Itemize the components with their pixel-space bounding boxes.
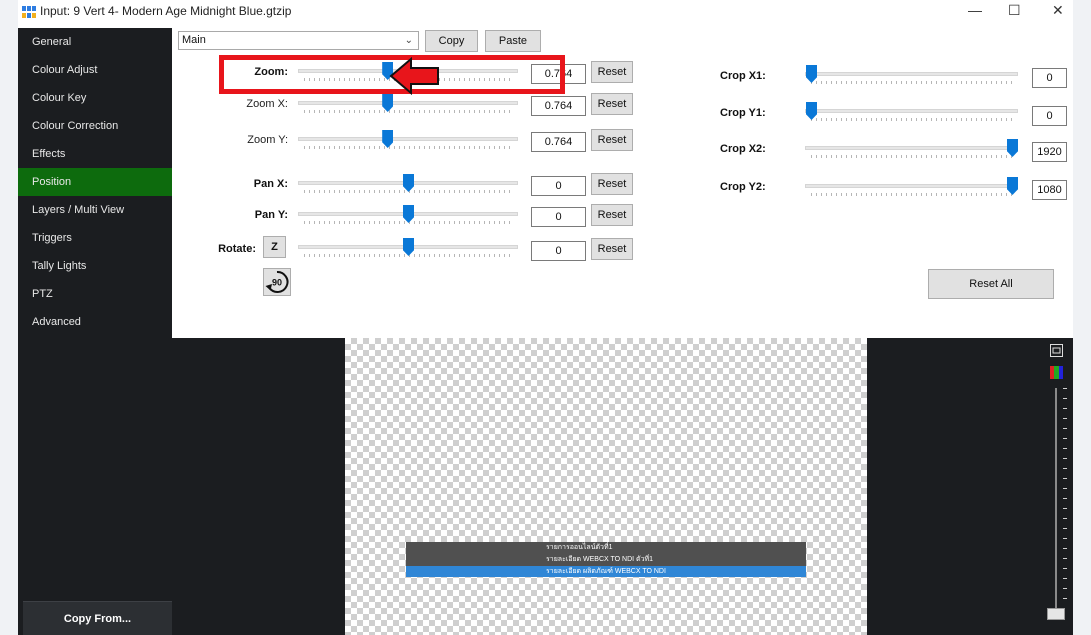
pan-x-value-field[interactable]: 0 bbox=[531, 176, 586, 196]
sidebar-item-colour-adjust[interactable]: Colour Adjust bbox=[18, 56, 172, 84]
sidebar-item-advanced[interactable]: Advanced bbox=[18, 308, 172, 336]
rotate-90-button[interactable]: 90 bbox=[263, 268, 291, 296]
color-bars-icon[interactable] bbox=[1050, 366, 1063, 379]
zoom-y-value-field[interactable]: 0.764 bbox=[531, 132, 586, 152]
scale-tick bbox=[1063, 538, 1067, 539]
scale-tick bbox=[1063, 578, 1067, 579]
sidebar-item-effects[interactable]: Effects bbox=[18, 140, 172, 168]
crop-y1-value-field[interactable]: 0 bbox=[1032, 106, 1067, 126]
scale-tick bbox=[1063, 408, 1067, 409]
sidebar-item-colour-correction[interactable]: Colour Correction bbox=[18, 112, 172, 140]
sidebar-item-position[interactable]: Position bbox=[18, 168, 172, 196]
transparent-canvas: รายการออนไลน์ตัวที่1 รายละเอียด WEBCX TO… bbox=[345, 338, 867, 635]
scale-tick bbox=[1063, 418, 1067, 419]
rotate-label: Rotate: bbox=[218, 243, 256, 255]
scale-tick bbox=[1063, 438, 1067, 439]
crop-y2-label: Crop Y2: bbox=[720, 181, 766, 193]
crop-y1-label: Crop Y1: bbox=[720, 107, 766, 119]
svg-text:90: 90 bbox=[272, 278, 282, 288]
scale-tick bbox=[1063, 588, 1067, 589]
sidebar-item-colour-key[interactable]: Colour Key bbox=[18, 84, 172, 112]
pan-x-slider[interactable] bbox=[298, 172, 518, 198]
copy-from-button[interactable]: Copy From... bbox=[23, 601, 172, 635]
scale-tick bbox=[1063, 558, 1067, 559]
scale-tick bbox=[1063, 478, 1067, 479]
crop-x2-label: Crop X2: bbox=[720, 143, 766, 155]
preview-tools bbox=[1040, 338, 1073, 635]
sidebar-item-general[interactable]: General bbox=[18, 28, 172, 56]
rotate-z-button[interactable]: Z bbox=[263, 236, 286, 258]
crop-x1-slider[interactable] bbox=[805, 63, 1018, 89]
sidebar-item-triggers[interactable]: Triggers bbox=[18, 224, 172, 252]
crop-x1-value-field[interactable]: 0 bbox=[1032, 68, 1067, 88]
title-bar: Input: 9 Vert 4- Modern Age Midnight Blu… bbox=[18, 0, 1073, 28]
scale-tick bbox=[1063, 458, 1067, 459]
pan-x-label: Pan X: bbox=[253, 178, 288, 190]
preview-zoom-scale[interactable] bbox=[1055, 388, 1067, 618]
scale-tick bbox=[1063, 498, 1067, 499]
lower-third-line-3: รายละเอียด ผลิตภัณฑ์ WEBCX TO NDI bbox=[406, 566, 806, 577]
pan-y-value-field[interactable]: 0 bbox=[531, 207, 586, 227]
close-icon[interactable]: ✕ bbox=[1052, 2, 1064, 19]
fit-screen-icon[interactable] bbox=[1050, 344, 1063, 357]
copy-button[interactable]: Copy bbox=[425, 30, 478, 52]
zoom-x-reset-button[interactable]: Reset bbox=[591, 93, 633, 115]
zoom-y-label: Zoom Y: bbox=[247, 134, 288, 146]
crop-x1-label: Crop X1: bbox=[720, 70, 766, 82]
scale-tick bbox=[1063, 398, 1067, 399]
scale-tick bbox=[1063, 598, 1067, 599]
sidebar-item-layers-multi-view[interactable]: Layers / Multi View bbox=[18, 196, 172, 224]
zoom-reset-button[interactable]: Reset bbox=[591, 61, 633, 83]
sidebar: General Colour Adjust Colour Key Colour … bbox=[18, 28, 172, 635]
crop-x2-slider[interactable] bbox=[805, 137, 1018, 163]
rotate-reset-button[interactable]: Reset bbox=[591, 238, 633, 260]
preview-area: รายการออนไลน์ตัวที่1 รายละเอียด WEBCX TO… bbox=[172, 338, 1073, 635]
chevron-down-icon: ⌄ bbox=[404, 35, 413, 46]
crop-y1-slider[interactable] bbox=[805, 100, 1018, 126]
pan-y-reset-button[interactable]: Reset bbox=[591, 204, 633, 226]
reset-all-button[interactable]: Reset All bbox=[928, 269, 1054, 299]
pointer-arrow-icon bbox=[389, 56, 439, 96]
scale-tick bbox=[1063, 528, 1067, 529]
zoom-y-slider[interactable] bbox=[298, 128, 518, 154]
zoom-x-value-field[interactable]: 0.764 bbox=[531, 96, 586, 116]
pan-y-slider[interactable] bbox=[298, 203, 518, 229]
rotate-90-icon: 90 bbox=[265, 270, 289, 293]
preset-select[interactable]: Main ⌄ bbox=[178, 31, 419, 50]
pan-x-reset-button[interactable]: Reset bbox=[591, 173, 633, 195]
scale-tick bbox=[1063, 488, 1067, 489]
paste-button[interactable]: Paste bbox=[485, 30, 541, 52]
rotate-value-field[interactable]: 0 bbox=[531, 241, 586, 261]
scale-tick bbox=[1063, 508, 1067, 509]
scale-tick bbox=[1063, 468, 1067, 469]
lower-third-line-1: รายการออนไลน์ตัวที่1 bbox=[406, 542, 806, 554]
lower-third-graphic: รายการออนไลน์ตัวที่1 รายละเอียด WEBCX TO… bbox=[406, 542, 806, 577]
maximize-icon[interactable]: ☐ bbox=[1008, 2, 1021, 19]
crop-x2-value-field[interactable]: 1920 bbox=[1032, 142, 1067, 162]
zoom-y-reset-button[interactable]: Reset bbox=[591, 129, 633, 151]
scale-tick bbox=[1063, 448, 1067, 449]
rotate-slider[interactable] bbox=[298, 236, 518, 262]
window-title: Input: 9 Vert 4- Modern Age Midnight Blu… bbox=[40, 4, 292, 18]
pan-y-label: Pan Y: bbox=[254, 209, 288, 221]
preset-value: Main bbox=[182, 34, 206, 46]
sidebar-item-ptz[interactable]: PTZ bbox=[18, 280, 172, 308]
lower-third-line-2: รายละเอียด WEBCX TO NDI ตัวที่1 bbox=[406, 554, 806, 566]
scale-tick bbox=[1063, 518, 1067, 519]
input-settings-window: Input: 9 Vert 4- Modern Age Midnight Blu… bbox=[18, 0, 1073, 635]
scale-tick bbox=[1063, 428, 1067, 429]
scale-tick bbox=[1063, 548, 1067, 549]
zoom-x-label: Zoom X: bbox=[246, 98, 288, 110]
app-icon bbox=[22, 6, 36, 18]
scale-tick bbox=[1063, 568, 1067, 569]
crop-y2-slider[interactable] bbox=[805, 175, 1018, 201]
sidebar-item-tally-lights[interactable]: Tally Lights bbox=[18, 252, 172, 280]
crop-y2-value-field[interactable]: 1080 bbox=[1032, 180, 1067, 200]
preview-zoom-thumb[interactable] bbox=[1047, 608, 1065, 620]
minimize-icon[interactable]: — bbox=[968, 2, 982, 18]
scale-tick bbox=[1063, 388, 1067, 389]
